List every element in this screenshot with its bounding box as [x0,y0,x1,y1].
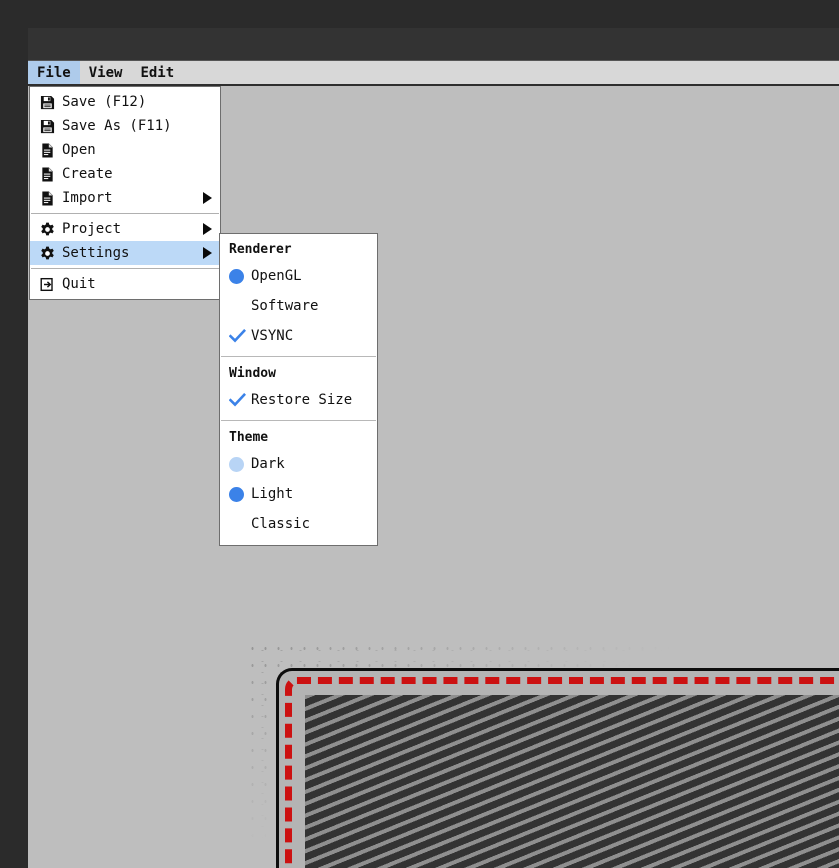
menu-item-label: Save As (F11) [62,118,172,134]
submenu-section-header: Renderer [229,242,292,257]
document-icon [39,166,55,182]
submenu-item-vsync[interactable]: VSYNC [220,321,377,351]
menu-item-label: Quit [62,276,96,292]
radio-slot [229,486,251,502]
menubar-item-file[interactable]: File [28,61,80,84]
document-icon [39,142,55,158]
title-bar[interactable] [28,28,839,61]
submenu-item-label: VSYNC [251,328,294,344]
submenu-item-restore-size[interactable]: Restore Size [220,385,377,415]
radio-slot [229,268,251,284]
chevron-right-icon [203,223,212,235]
radio-slot [229,299,251,314]
menubar-item-edit[interactable]: Edit [131,61,183,84]
panel-frame [276,668,839,868]
content-canvas: Save (F12) Save As (F11) Open Create Import P… [28,86,839,868]
menubar-item-label: Edit [140,64,175,81]
menu-separator [31,213,219,214]
menu-item-import[interactable]: Import [30,186,220,210]
menu-item-create[interactable]: Create [30,162,220,186]
menu-item-save-as-f11[interactable]: Save As (F11) [30,114,220,138]
screen: File View Edit Save (F12) Save As (F11) Open… [0,0,839,868]
radio-button-hover[interactable] [229,456,244,472]
floppy-disk-icon [39,94,55,110]
menu-item-label: Settings [62,245,130,261]
radio-slot [229,456,251,472]
submenu-item-label: OpenGL [251,268,302,284]
submenu-section-header: Theme [229,430,269,445]
submenu-item-label: Classic [251,516,311,532]
menubar-item-label: View [88,64,123,81]
menu-item-quit[interactable]: Quit [30,272,220,296]
menubar-item-label: File [37,64,71,81]
menu-bar: File View Edit [28,61,839,86]
submenu-item-opengl[interactable]: OpenGL [220,261,377,291]
submenu-item-label: Restore Size [251,392,353,408]
submenu-item-classic[interactable]: Classic [220,509,377,539]
menu-item-label: Create [62,166,113,182]
check-icon[interactable] [228,328,247,343]
floppy-disk-icon [39,118,55,134]
file-dropdown-menu: Save (F12) Save As (F11) Open Create Import P… [29,86,221,300]
radio-button-empty[interactable] [229,517,244,532]
menu-item-label: Import [62,190,113,206]
menu-item-save-f12[interactable]: Save (F12) [30,90,220,114]
panel-hatch-fill [305,695,839,868]
menu-item-settings[interactable]: Settings [30,241,220,265]
menubar-item-view[interactable]: View [80,61,132,84]
checkmark-slot [228,328,251,343]
chevron-right-icon [203,192,212,204]
radio-button-selected[interactable] [229,486,244,502]
chevron-right-icon [203,247,212,259]
application-window: File View Edit Save (F12) Save As (F11) Open… [28,28,839,868]
exit-icon [39,276,55,292]
submenu-section-header: Window [229,366,276,381]
submenu-separator [221,420,376,421]
submenu-item-label: Dark [251,456,285,472]
menu-item-label: Project [62,221,122,237]
radio-slot [229,517,251,532]
menu-item-open[interactable]: Open [30,138,220,162]
menu-item-label: Open [62,142,96,158]
checkmark-slot [228,392,251,407]
submenu-item-label: Light [251,486,294,502]
settings-submenu: Renderer OpenGL Software VSYNC Window Restore… [219,233,378,546]
submenu-item-light[interactable]: Light [220,479,377,509]
menu-item-project[interactable]: Project [30,217,220,241]
submenu-item-label: Software [251,298,319,314]
check-icon[interactable] [228,392,247,407]
menu-separator [31,268,219,269]
submenu-separator [221,356,376,357]
submenu-item-software[interactable]: Software [220,291,377,321]
radio-button-selected[interactable] [229,268,244,284]
radio-button-empty[interactable] [229,299,244,314]
gear-icon [39,221,55,237]
gear-icon [39,245,55,261]
decorative-panel [246,640,839,868]
document-icon [39,190,55,206]
menu-item-label: Save (F12) [62,94,147,110]
submenu-item-dark[interactable]: Dark [220,449,377,479]
